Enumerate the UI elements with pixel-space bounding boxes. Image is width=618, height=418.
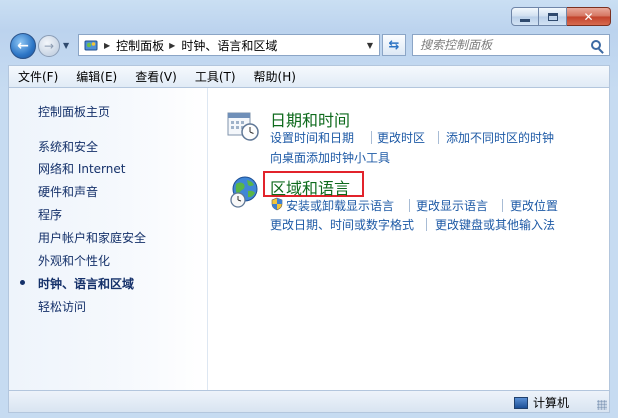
forward-arrow-icon: →: [43, 39, 55, 53]
back-arrow-icon: ←: [17, 38, 29, 54]
resize-grip[interactable]: [597, 400, 607, 410]
sidebar-item-user-accounts[interactable]: 用户帐户和家庭安全: [38, 229, 146, 246]
close-button[interactable]: ✕: [567, 7, 611, 26]
breadcrumb-control-panel[interactable]: 控制面板: [116, 37, 164, 54]
control-panel-icon: [84, 40, 98, 51]
breadcrumb-separator-icon[interactable]: ▶: [104, 41, 110, 50]
refresh-icon: ⇆: [388, 37, 400, 53]
breadcrumb-separator-icon[interactable]: ▶: [169, 41, 175, 50]
link-change-display-language[interactable]: 更改显示语言: [416, 197, 488, 214]
category-title-date-time[interactable]: 日期和时间: [270, 107, 350, 131]
link-change-keyboard-input[interactable]: 更改键盘或其他输入法: [435, 216, 555, 233]
main-panel: 日期和时间 设置时间和日期 更改时区 添加不同时区的时钟 向桌面添加时钟小工具 …: [208, 88, 609, 390]
selected-bullet-icon: [20, 280, 25, 285]
link-change-time-zone[interactable]: 更改时区: [377, 129, 425, 146]
content-area: 控制面板主页 系统和安全 网络和 Internet 硬件和声音 程序 用户帐户和…: [8, 87, 610, 391]
menu-view[interactable]: 查看(V): [126, 68, 186, 85]
address-dropdown-icon[interactable]: ▼: [367, 41, 373, 50]
maximize-button[interactable]: [539, 7, 567, 26]
maximize-icon: [547, 12, 558, 21]
calendar-clock-icon[interactable]: [226, 108, 260, 142]
sidebar-item-hardware-sound[interactable]: 硬件和声音: [38, 183, 98, 200]
recent-pages-dropdown[interactable]: ▼: [63, 41, 69, 50]
sidebar-item-clock-language-region[interactable]: 时钟、语言和区域: [38, 275, 134, 292]
refresh-button[interactable]: ⇆: [382, 34, 406, 56]
link-change-location[interactable]: 更改位置: [510, 197, 558, 214]
link-divider: [371, 131, 372, 144]
globe-clock-icon[interactable]: [230, 176, 262, 208]
link-set-time-date[interactable]: 设置时间和日期: [270, 129, 354, 146]
status-computer-label: 计算机: [532, 396, 569, 410]
status-bar: 计算机: [8, 391, 610, 413]
sidebar-item-programs[interactable]: 程序: [38, 206, 62, 223]
link-install-display-language[interactable]: 安装或卸载显示语言: [286, 197, 394, 214]
link-divider: [502, 199, 503, 212]
category-title-region-language[interactable]: 区域和语言: [270, 175, 350, 199]
sidebar-item-system-security[interactable]: 系统和安全: [38, 138, 98, 155]
minimize-icon: [520, 18, 530, 22]
link-divider: [438, 131, 439, 144]
forward-button[interactable]: →: [38, 35, 60, 57]
menu-tools[interactable]: 工具(T): [186, 68, 245, 85]
menu-edit[interactable]: 编辑(E): [67, 68, 126, 85]
navigation-bar: ← → ▼ ▶ 控制面板 ▶ 时钟、语言和区域 ▼ ⇆: [0, 31, 618, 61]
back-button[interactable]: ←: [10, 33, 36, 59]
sidebar-item-appearance[interactable]: 外观和个性化: [38, 252, 110, 269]
link-divider: [426, 218, 427, 231]
caption-buttons: ✕: [511, 7, 611, 26]
computer-icon: [513, 396, 528, 409]
menu-help[interactable]: 帮助(H): [245, 68, 305, 85]
link-divider: [409, 199, 410, 212]
link-change-date-time-number-format[interactable]: 更改日期、时间或数字格式: [270, 216, 414, 233]
menu-file[interactable]: 文件(F): [9, 68, 67, 85]
search-input[interactable]: [420, 38, 590, 52]
minimize-button[interactable]: [511, 7, 539, 26]
search-icon[interactable]: [591, 40, 601, 50]
sidebar-item-control-panel-home[interactable]: 控制面板主页: [38, 103, 110, 120]
sidebar: 控制面板主页 系统和安全 网络和 Internet 硬件和声音 程序 用户帐户和…: [9, 88, 208, 390]
breadcrumb-clock-language-region[interactable]: 时钟、语言和区域: [181, 37, 277, 54]
uac-shield-icon: [271, 197, 283, 211]
link-add-clock-gadget[interactable]: 向桌面添加时钟小工具: [270, 149, 390, 166]
close-icon: ✕: [583, 9, 594, 24]
sidebar-item-network-internet[interactable]: 网络和 Internet: [38, 160, 125, 177]
menu-bar: 文件(F) 编辑(E) 查看(V) 工具(T) 帮助(H): [8, 65, 610, 87]
status-computer: 计算机: [513, 394, 569, 411]
link-add-clocks[interactable]: 添加不同时区的时钟: [446, 129, 554, 146]
control-panel-window: ✕ ← → ▼ ▶ 控制面板 ▶ 时钟、语言和区域 ▼ ⇆ 文件(F) 编辑(E…: [0, 0, 618, 418]
search-box[interactable]: [412, 34, 610, 56]
sidebar-item-ease-of-access[interactable]: 轻松访问: [38, 298, 86, 315]
address-bar[interactable]: ▶ 控制面板 ▶ 时钟、语言和区域 ▼: [78, 34, 380, 56]
